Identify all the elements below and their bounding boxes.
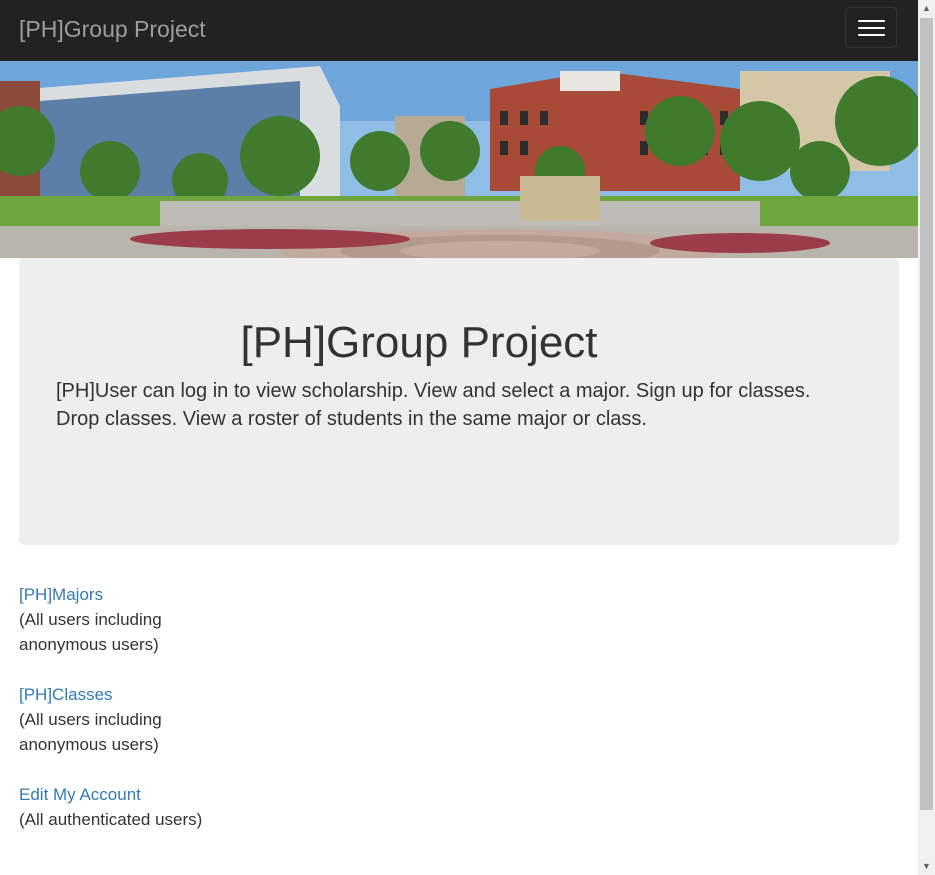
main-content: [PH]Group Project [PH]Group Project [PH]… [0, 0, 918, 875]
page: [PH]Group Project [PH]Group Project [PH]… [0, 0, 935, 875]
jumbotron: [PH]Group Project [PH]User can log in to… [19, 258, 899, 545]
hamburger-menu-icon [858, 34, 885, 36]
list-item: [PH]Majors (All users including anonymou… [19, 582, 319, 657]
page-title: [PH]Group Project [240, 318, 598, 367]
page-description: [PH]User can log in to view scholarship.… [56, 380, 811, 430]
edit-my-account-link[interactable]: Edit My Account [19, 782, 319, 807]
links-list: [PH]Majors (All users including anonymou… [19, 582, 319, 857]
navbar: [PH]Group Project [0, 0, 918, 61]
scroll-down-icon[interactable]: ▼ [918, 858, 935, 875]
campus-photo [0, 61, 918, 258]
vertical-scrollbar[interactable]: ▲ ▼ [918, 0, 935, 875]
hamburger-menu-icon [858, 20, 885, 22]
link-note: (All users including anonymous users) [19, 610, 162, 654]
scrollbar-thumb[interactable] [920, 18, 933, 810]
link-note: (All authenticated users) [19, 810, 203, 829]
classes-link[interactable]: [PH]Classes [19, 682, 319, 707]
campus-banner-image [0, 61, 918, 258]
list-item: [PH]Classes (All users including anonymo… [19, 682, 319, 757]
scroll-up-icon[interactable]: ▲ [918, 0, 935, 17]
majors-link[interactable]: [PH]Majors [19, 582, 319, 607]
navbar-toggle-button[interactable] [845, 7, 897, 48]
list-item: Edit My Account (All authenticated users… [19, 782, 319, 832]
brand-link[interactable]: [PH]Group Project [19, 14, 206, 44]
link-note: (All users including anonymous users) [19, 710, 162, 754]
hamburger-menu-icon [858, 27, 885, 29]
